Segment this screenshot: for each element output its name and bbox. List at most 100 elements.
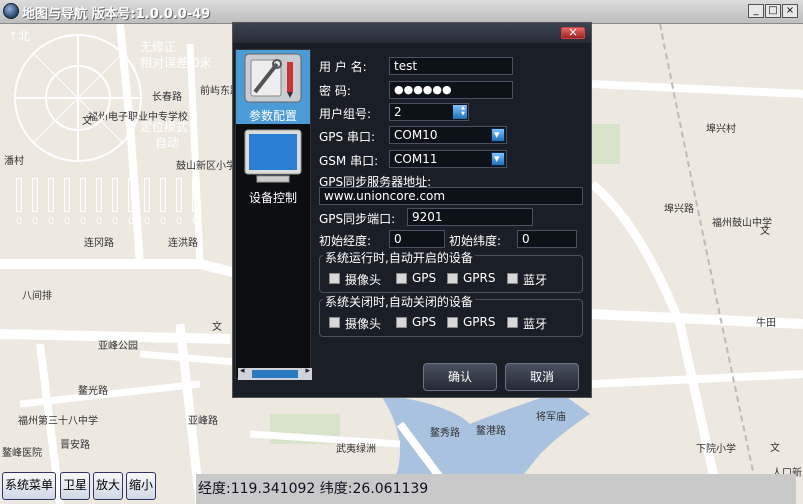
map-label: 长春路 <box>152 92 182 103</box>
password-input[interactable]: ●●●●●● <box>389 81 513 99</box>
sidebar-item-params[interactable]: 参数配置 <box>236 50 310 124</box>
close-button[interactable]: × <box>782 4 798 18</box>
scroll-right-icon[interactable]: ▸ <box>305 366 310 376</box>
map-label: 连洪路 <box>168 238 198 249</box>
map-label: 文 <box>770 443 780 454</box>
satellite-bar <box>144 178 150 212</box>
satellite-count: 0 <box>48 216 55 227</box>
startup-group-title: 系统运行时,自动开启的设备 <box>323 249 475 266</box>
map-label: 埠兴路 <box>664 204 694 215</box>
satellite-bar <box>64 178 70 212</box>
gsm-port-label: GSM 串口: <box>319 154 379 168</box>
gps-server-input[interactable]: www.unioncore.com <box>319 187 583 205</box>
cancel-button[interactable]: 取消 <box>505 363 579 391</box>
coordinate-readout: 经度:119.341092 纬度:26.061139 <box>196 474 796 504</box>
shutdown-camera-checkbox[interactable] <box>329 317 340 328</box>
gps-port-value: COM10 <box>394 128 438 142</box>
settings-dialog: 参数配置 设备控制 ◂ ▸ 用 户 名: test 密 码: ●●●●●● 用户… <box>232 22 592 398</box>
maximize-button[interactable]: □ <box>765 4 781 18</box>
relative-error: 相对误差:0米 <box>140 56 212 70</box>
north-label: 北 <box>18 29 31 43</box>
satellite-count: 0 <box>128 216 135 227</box>
satellite-button[interactable]: 卫星 <box>60 472 90 500</box>
shutdown-gprs-checkbox[interactable] <box>447 317 458 328</box>
satellite-bar <box>192 178 198 212</box>
north-arrow-icon: ↑ <box>8 29 19 43</box>
startup-camera-label: 摄像头 <box>345 273 382 287</box>
dialog-sidebar: 参数配置 设备控制 ◂ ▸ <box>235 49 312 380</box>
map-label: 文 <box>760 226 770 237</box>
startup-bluetooth-label: 蓝牙 <box>523 273 548 287</box>
group-label: 用户组号: <box>319 107 372 121</box>
satellite-count: 0 <box>96 216 103 227</box>
spinner-arrows-icon[interactable] <box>453 105 468 119</box>
init-lat-input[interactable]: 0 <box>517 230 577 248</box>
shutdown-gps-label: GPS <box>412 315 437 329</box>
sidebar-item-label: 参数配置 <box>248 109 297 123</box>
gps-sync-port-label: GPS同步端口: <box>319 212 396 226</box>
map-label: 下院小学 <box>696 444 736 455</box>
satellite-count: 0 <box>160 216 167 227</box>
map-label: 鳌秀路 <box>430 428 460 439</box>
shutdown-camera-label: 摄像头 <box>345 317 382 331</box>
correction-status: 无修正 <box>140 40 177 54</box>
title-bar: 地图与导航 版本号:1.0.0.0-49 _ □ × <box>0 0 803 24</box>
zoom-out-button[interactable]: 缩小 <box>126 472 156 500</box>
map-label: 晋安路 <box>60 440 90 451</box>
map-label: 亚峰公园 <box>98 341 138 352</box>
satellite-bar <box>80 178 86 212</box>
scroll-left-icon[interactable]: ◂ <box>240 366 245 376</box>
group-spinner[interactable]: 2 <box>389 103 469 121</box>
satellite-bar <box>128 178 134 212</box>
gps-port-label: GPS 串口: <box>319 130 376 144</box>
satellite-bar <box>96 178 102 212</box>
chevron-down-icon[interactable] <box>491 151 505 167</box>
satellite-bar <box>160 178 166 212</box>
shutdown-group-title: 系统关闭时,自动关闭的设备 <box>323 293 475 310</box>
startup-bluetooth-checkbox[interactable] <box>507 273 518 284</box>
sidebar-item-label: 设备控制 <box>248 191 297 205</box>
shutdown-bluetooth-checkbox[interactable] <box>507 317 518 328</box>
satellite-count: 0 <box>64 216 71 227</box>
satellite-bar <box>112 178 118 212</box>
init-lon-input[interactable]: 0 <box>389 230 445 248</box>
map-label: 牛田 <box>756 318 776 329</box>
startup-gprs-checkbox[interactable] <box>447 273 458 284</box>
startup-gps-checkbox[interactable] <box>396 273 407 284</box>
map-label: 文 <box>212 322 222 333</box>
shutdown-bluetooth-label: 蓝牙 <box>523 317 548 331</box>
scrollbar-thumb[interactable] <box>252 370 298 378</box>
sidebar-item-device-control[interactable]: 设备控制 <box>236 128 310 208</box>
map-label: 亚峰路 <box>188 416 218 427</box>
sidebar-scrollbar[interactable]: ◂ ▸ <box>238 366 312 380</box>
satellite-count: 0 <box>16 216 23 227</box>
tools-icon <box>244 53 302 103</box>
gps-sync-port-input[interactable]: 9201 <box>407 208 533 226</box>
map-label: 连冈路 <box>84 238 114 249</box>
satellite-bar <box>48 178 54 212</box>
north-indicator: ↑北 <box>8 27 30 44</box>
username-input[interactable]: test <box>389 57 513 75</box>
group-value: 2 <box>394 105 402 119</box>
satellite-count: 0 <box>80 216 87 227</box>
map-label: 鳌港路 <box>476 426 506 437</box>
map-label: 福州第三十八中学 <box>18 416 98 427</box>
system-menu-button[interactable]: 系统菜单 <box>2 472 56 500</box>
dialog-close-button[interactable] <box>561 25 585 39</box>
gsm-port-select[interactable]: COM11 <box>389 150 507 168</box>
map-label: 鳌峰医院 <box>2 448 42 459</box>
satellite-count: 0 <box>176 216 183 227</box>
satellite-bar <box>176 178 182 212</box>
satellite-bar <box>16 178 22 212</box>
globe-icon <box>3 3 19 19</box>
zoom-in-button[interactable]: 放大 <box>93 472 123 500</box>
locate-mode-label: 定位模式: <box>140 120 193 134</box>
chevron-down-icon[interactable] <box>491 127 505 143</box>
shutdown-gps-checkbox[interactable] <box>396 317 407 328</box>
map-label: 八间排 <box>22 291 52 302</box>
minimize-button[interactable]: _ <box>748 4 764 18</box>
startup-camera-checkbox[interactable] <box>329 273 340 284</box>
satellite-count: 0 <box>144 216 151 227</box>
gps-port-select[interactable]: COM10 <box>389 126 507 144</box>
confirm-button[interactable]: 确认 <box>423 363 497 391</box>
